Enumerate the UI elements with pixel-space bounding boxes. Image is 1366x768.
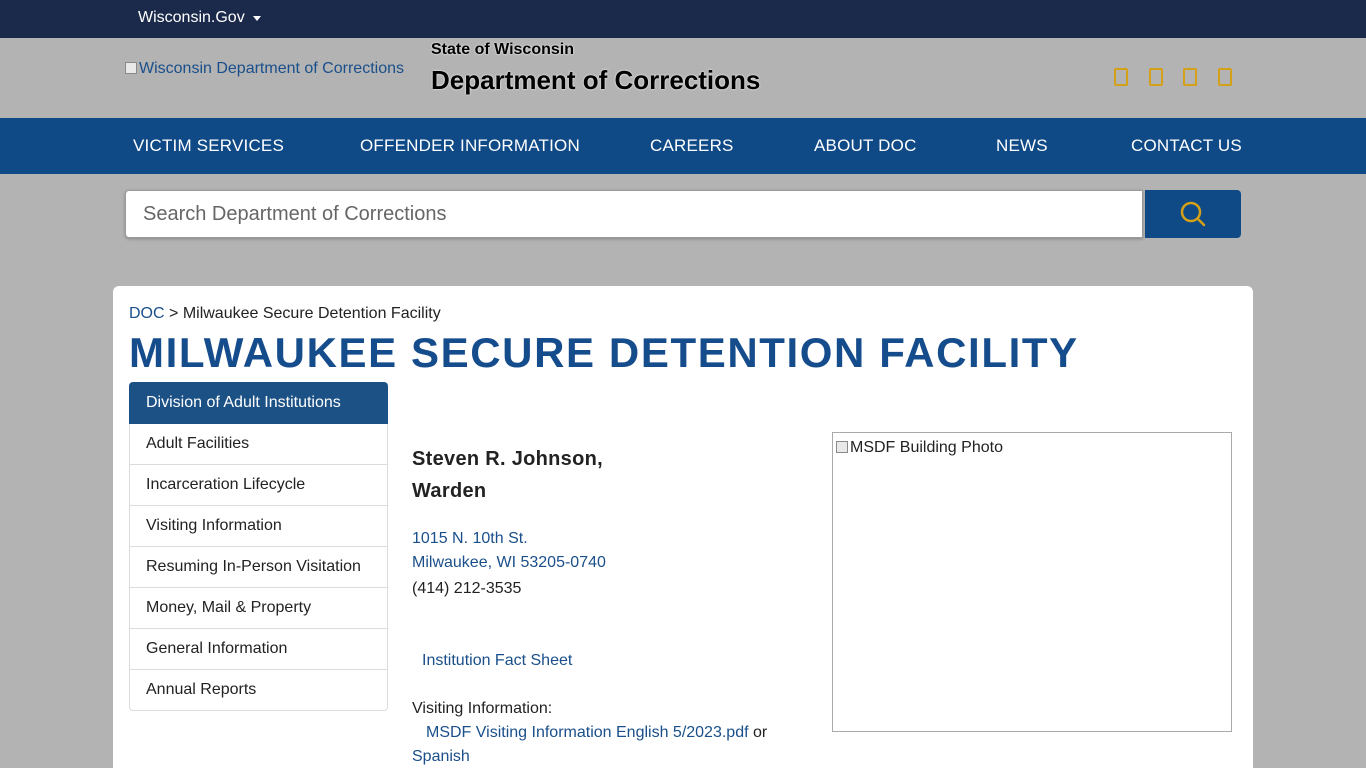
- broken-image-icon: [125, 62, 137, 74]
- breadcrumb-separator: >: [169, 305, 179, 322]
- nav-offender-information[interactable]: OFFENDER INFORMATION: [360, 136, 580, 156]
- chevron-down-icon[interactable]: [253, 16, 261, 21]
- breadcrumb: DOC > Milwaukee Secure Detention Facilit…: [129, 305, 441, 323]
- visiting-label: Visiting Information:: [412, 700, 553, 717]
- facebook-icon[interactable]: [1114, 68, 1128, 86]
- fact-sheet-link[interactable]: Institution Fact Sheet: [422, 652, 572, 670]
- warden-block: Steven R. Johnson, Warden: [412, 443, 603, 507]
- sidebar-item-resuming-visitation[interactable]: Resuming In-Person Visitation: [129, 547, 388, 588]
- logo-alt-text: Wisconsin Department of Corrections: [139, 60, 404, 77]
- sidebar-item-annual-reports[interactable]: Annual Reports: [129, 670, 388, 711]
- nav-victim-services[interactable]: VICTIM SERVICES: [133, 136, 284, 156]
- warden-name: Steven R. Johnson,: [412, 448, 603, 470]
- agency-logo[interactable]: Wisconsin Department of Corrections: [125, 60, 404, 78]
- building-photo: MSDF Building Photo: [832, 432, 1232, 732]
- sidebar-item-visiting-information[interactable]: Visiting Information: [129, 506, 388, 547]
- page-title: MILWAUKEE SECURE DETENTION FACILITY: [129, 329, 1079, 376]
- or-text: or: [748, 724, 768, 741]
- sidebar-heading[interactable]: Division of Adult Institutions: [129, 382, 388, 424]
- instagram-icon[interactable]: [1183, 68, 1197, 86]
- sidebar-nav: Division of Adult Institutions Adult Fac…: [129, 382, 388, 711]
- department-name: Department of Corrections: [431, 65, 761, 95]
- nav-about-doc[interactable]: ABOUT DOC: [814, 136, 917, 156]
- top-bar: Wisconsin.Gov: [0, 0, 1366, 38]
- visiting-line: MSDF Visiting Information English 5/2023…: [412, 724, 767, 742]
- breadcrumb-doc-link[interactable]: DOC: [129, 305, 165, 322]
- broken-image-icon: [836, 441, 848, 453]
- address-line-2[interactable]: Milwaukee, WI 53205-0740: [412, 554, 606, 572]
- main-nav: VICTIM SERVICES OFFENDER INFORMATION CAR…: [0, 118, 1366, 174]
- sidebar-item-incarceration-lifecycle[interactable]: Incarceration Lifecycle: [129, 465, 388, 506]
- visiting-info-english-link[interactable]: MSDF Visiting Information English 5/2023…: [426, 724, 749, 741]
- breadcrumb-current: Milwaukee Secure Detention Facility: [182, 305, 441, 322]
- search-input[interactable]: [125, 190, 1143, 238]
- wisconsin-gov-link[interactable]: Wisconsin.Gov: [138, 9, 245, 27]
- sidebar-item-adult-facilities[interactable]: Adult Facilities: [129, 424, 388, 465]
- warden-title: Warden: [412, 480, 487, 502]
- search-icon: [1180, 201, 1206, 227]
- sidebar-item-general-information[interactable]: General Information: [129, 629, 388, 670]
- photo-alt-text: MSDF Building Photo: [850, 439, 1003, 456]
- content-card: DOC > Milwaukee Secure Detention Facilit…: [113, 286, 1253, 768]
- sidebar-item-money-mail-property[interactable]: Money, Mail & Property: [129, 588, 388, 629]
- nav-careers[interactable]: CAREERS: [650, 136, 734, 156]
- nav-contact-us[interactable]: CONTACT US: [1131, 136, 1242, 156]
- state-name: State of Wisconsin: [431, 41, 574, 58]
- search-button[interactable]: [1145, 190, 1241, 238]
- address-line-1[interactable]: 1015 N. 10th St.: [412, 530, 528, 548]
- twitter-icon[interactable]: [1149, 68, 1163, 86]
- site-header: Wisconsin Department of Corrections Stat…: [0, 38, 1366, 118]
- youtube-icon[interactable]: [1218, 68, 1232, 86]
- visiting-info-spanish-link[interactable]: Spanish: [412, 748, 470, 766]
- nav-news[interactable]: NEWS: [996, 136, 1048, 156]
- phone-number: (414) 212-3535: [412, 580, 522, 597]
